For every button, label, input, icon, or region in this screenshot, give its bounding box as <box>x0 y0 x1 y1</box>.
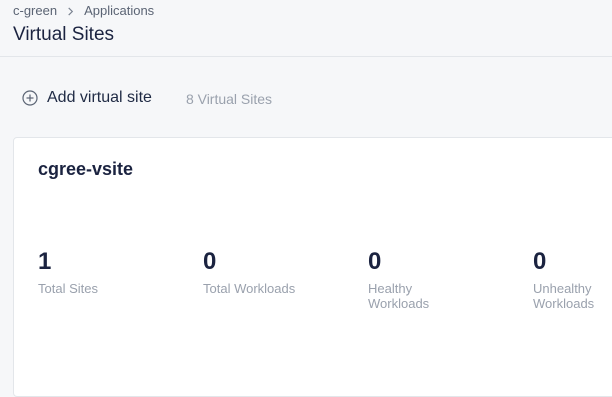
toolbar: Add virtual site 8 Virtual Sites <box>22 86 272 110</box>
add-virtual-site-button[interactable]: Add virtual site <box>22 89 152 107</box>
stat-total-sites: 1 Total Sites <box>38 248 178 296</box>
virtual-sites-count: 8 Virtual Sites <box>185 91 273 107</box>
page-header: c-green Applications Virtual Sites <box>0 0 612 57</box>
stat-value: 0 <box>368 248 382 275</box>
stat-label: Healthy Workloads <box>368 281 430 311</box>
breadcrumb-item-tenant[interactable]: c-green <box>13 3 57 19</box>
virtual-site-card[interactable]: cgree-vsite 1 Total Sites 0 Total Worklo… <box>13 137 612 397</box>
stat-value: 0 <box>203 248 217 275</box>
stat-value: 1 <box>38 248 52 275</box>
breadcrumb-item-applications[interactable]: Applications <box>84 3 154 19</box>
stat-unhealthy-workloads: 0 Unhealthy Workloads <box>533 248 612 311</box>
plus-circle-icon <box>22 90 38 106</box>
virtual-site-name[interactable]: cgree-vsite <box>38 159 133 180</box>
stat-label: Total Workloads <box>203 281 296 296</box>
stat-label: Unhealthy Workloads <box>533 281 595 311</box>
page-title: Virtual Sites <box>13 24 115 45</box>
chevron-right-icon <box>68 6 74 16</box>
add-virtual-site-label: Add virtual site <box>47 89 152 106</box>
stat-healthy-workloads: 0 Healthy Workloads <box>368 248 508 311</box>
stat-value: 0 <box>533 248 547 275</box>
breadcrumb: c-green Applications <box>13 3 154 19</box>
stat-total-workloads: 0 Total Workloads <box>203 248 343 296</box>
stat-label: Total Sites <box>38 281 98 296</box>
